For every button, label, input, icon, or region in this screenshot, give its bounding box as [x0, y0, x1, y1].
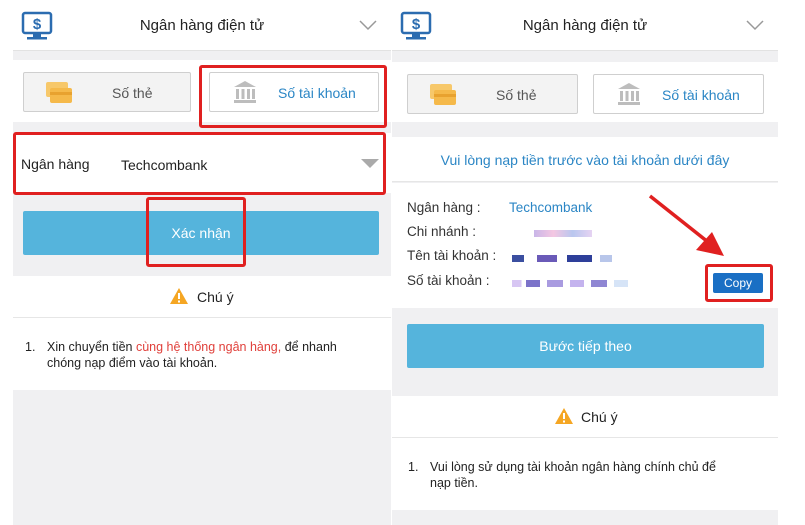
notice-box: Chú ý 1. Vui lòng sử dụng tài khoản ngân… — [392, 396, 778, 510]
chevron-down-icon[interactable] — [746, 19, 764, 31]
tab-label: Số thẻ — [112, 85, 153, 101]
redacted-account-name — [512, 255, 612, 262]
tab-account-number[interactable]: Số tài khoản — [593, 74, 764, 114]
warning-icon — [170, 288, 188, 304]
tab-card-number[interactable]: Số thẻ — [23, 72, 191, 112]
instruction-row: Vui lòng nạp tiền trước vào tài khoản dư… — [392, 137, 778, 182]
red-arrow-icon — [648, 194, 724, 256]
notice-line-1: Vui lòng sử dụng tài khoản ngân hàng chí… — [430, 460, 716, 474]
redacted-branch — [534, 230, 592, 237]
header: $ Ngân hàng điện tử — [392, 0, 778, 51]
notice-title: Chú ý — [581, 409, 618, 425]
redacted-account-number — [512, 280, 628, 287]
account-number-label: Số tài khoản : — [407, 273, 490, 288]
divider — [13, 317, 391, 318]
payment-method-tabs: Số thẻ Số tài khoản — [392, 62, 778, 122]
notice-item-number: 1. — [25, 340, 36, 354]
bank-building-icon — [618, 83, 640, 105]
tab-label: Số thẻ — [496, 87, 537, 103]
card-icon — [46, 82, 72, 103]
next-step-button[interactable]: Bước tiếp theo — [407, 324, 764, 368]
notice-text: để nhanh — [281, 340, 337, 354]
notice-box: Chú ý 1. Xin chuyển tiền cùng hệ thống n… — [13, 276, 391, 390]
highlight-box-confirm-button — [146, 197, 246, 267]
instruction-text: Vui lòng nạp tiền trước vào tài khoản dư… — [440, 152, 730, 168]
header-title: Ngân hàng điện tử — [139, 17, 265, 34]
highlight-box-account-tab — [199, 65, 387, 128]
notice-item-number: 1. — [408, 460, 419, 474]
header-title: Ngân hàng điện tử — [522, 17, 648, 34]
highlight-box-bank-select — [13, 132, 386, 195]
notice-title: Chú ý — [197, 289, 234, 305]
bank-label: Ngân hàng : — [407, 200, 481, 215]
branch-label: Chi nhánh : — [407, 224, 477, 239]
notice-line-2: chóng nạp điểm vào tài khoản. — [47, 356, 218, 370]
bank-value: Techcombank — [509, 200, 593, 215]
account-name-label: Tên tài khoản : — [407, 248, 497, 263]
warning-icon — [555, 408, 573, 424]
notice-text: Xin chuyển tiền — [47, 340, 136, 354]
card-icon — [430, 84, 456, 105]
tab-card-number[interactable]: Số thẻ — [407, 74, 578, 114]
header: $ Ngân hàng điện tử — [13, 0, 391, 51]
highlight-box-copy-button — [705, 264, 773, 302]
notice-highlight-text: cùng hệ thống ngân hàng, — [135, 340, 282, 354]
notice-line-2: nạp tiền. — [430, 476, 478, 490]
notice-line-1: Xin chuyển tiền cùng hệ thống ngân hàng,… — [47, 340, 337, 354]
divider — [392, 437, 778, 438]
tab-label: Số tài khoản — [662, 87, 740, 103]
chevron-down-icon[interactable] — [359, 19, 377, 31]
